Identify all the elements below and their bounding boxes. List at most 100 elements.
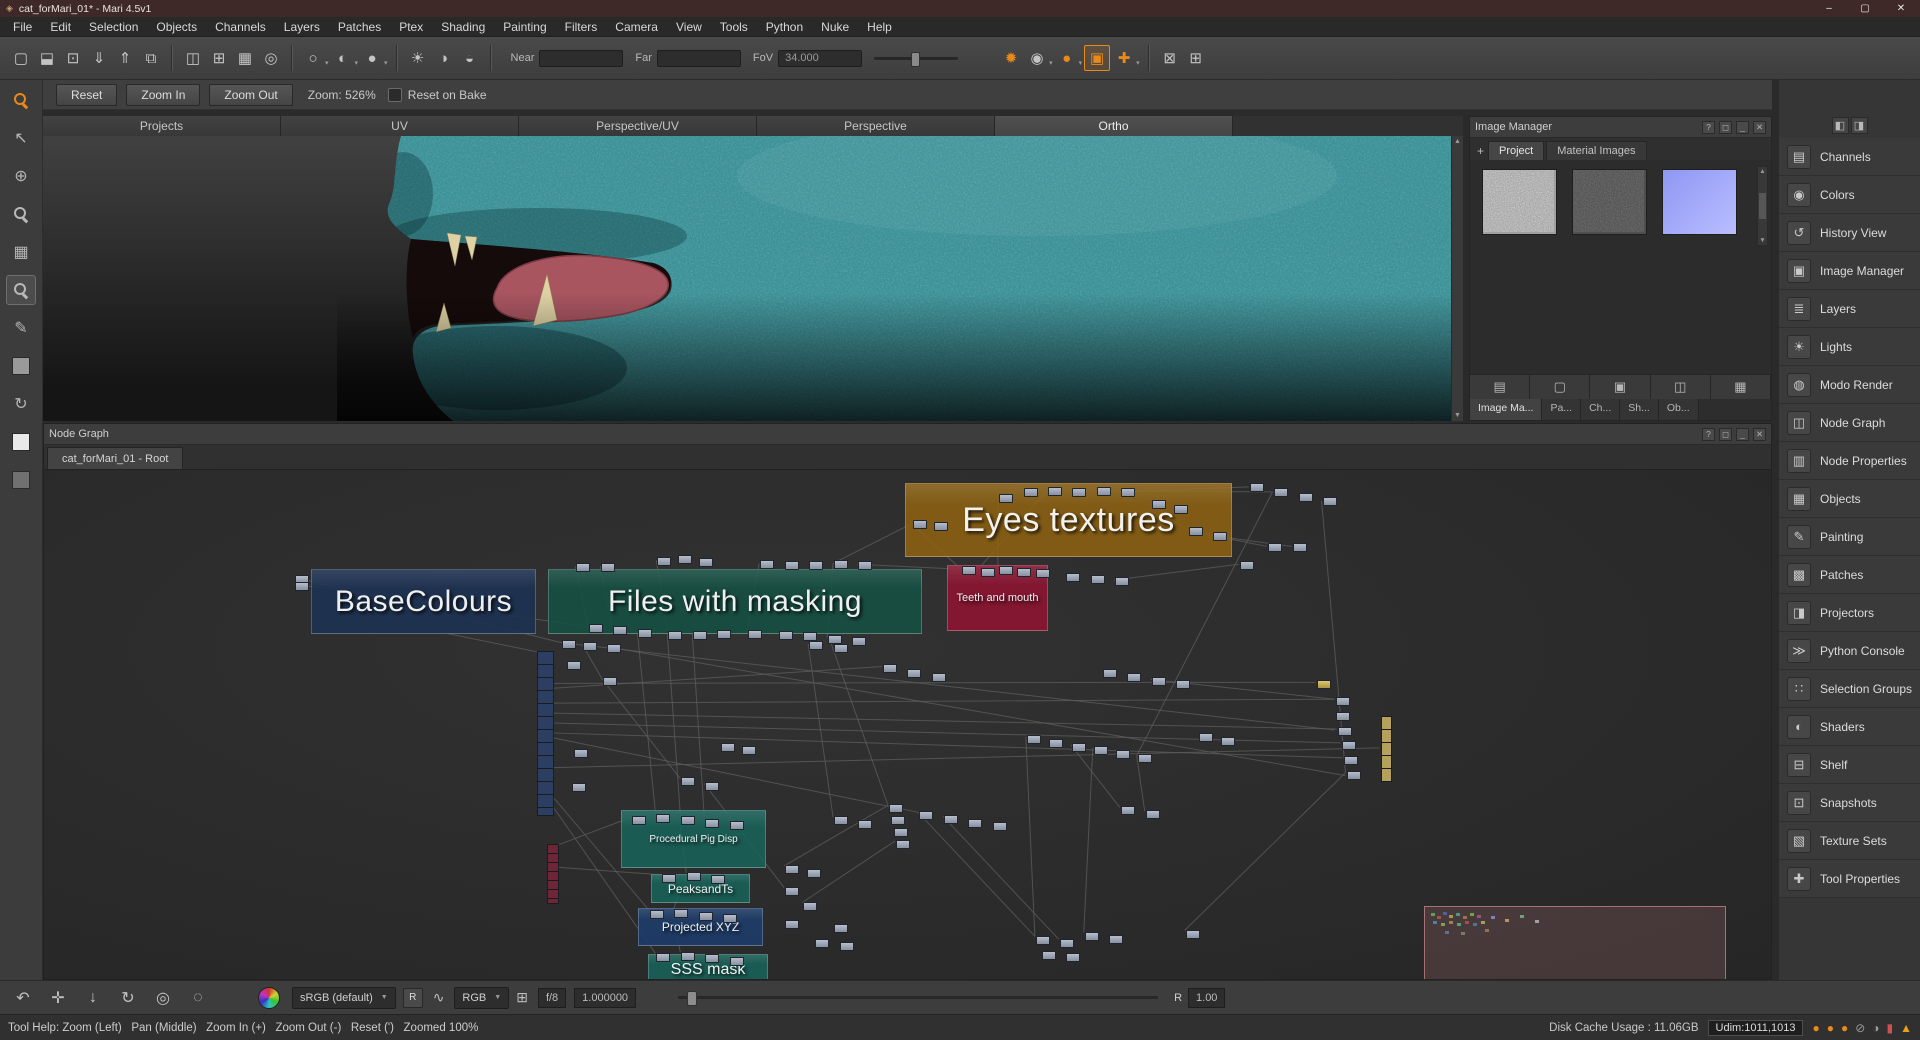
- graph-node[interactable]: [668, 631, 682, 640]
- menu-python[interactable]: Python: [757, 18, 812, 36]
- graph-node[interactable]: [1115, 577, 1129, 586]
- graph-node[interactable]: [705, 782, 719, 791]
- graph-node[interactable]: [748, 630, 762, 639]
- backdrop-files-with-masking[interactable]: Files with masking: [548, 569, 922, 634]
- patch-bake-icon[interactable]: ⊠: [1158, 46, 1182, 70]
- graph-node[interactable]: [589, 624, 603, 633]
- painting-dock-icon[interactable]: ▢: [1530, 375, 1590, 399]
- graph-node[interactable]: [852, 637, 866, 646]
- node-graph-minimap[interactable]: [1424, 906, 1726, 979]
- graph-node[interactable]: [638, 629, 652, 638]
- channel-grid-icon[interactable]: ⊞: [516, 989, 528, 1006]
- image-thumbnail-3[interactable]: [1662, 169, 1737, 235]
- import-icon[interactable]: ⇓: [87, 46, 111, 70]
- color-picker-icon[interactable]: [258, 987, 280, 1009]
- menu-patches[interactable]: Patches: [329, 18, 390, 36]
- graph-node[interactable]: [840, 942, 854, 951]
- transform-paint-icon[interactable]: ✛: [45, 985, 71, 1011]
- fstop-field[interactable]: f/8: [538, 988, 566, 1008]
- graph-node[interactable]: [889, 804, 903, 813]
- palette-item-channels[interactable]: ▤Channels: [1779, 138, 1920, 176]
- graph-node[interactable]: [1017, 568, 1031, 577]
- graph-node[interactable]: [1152, 677, 1166, 686]
- palette-item-selection-groups[interactable]: ∷Selection Groups: [1779, 670, 1920, 708]
- open-project-icon[interactable]: ⬓: [35, 46, 59, 70]
- viewport-tab-uv[interactable]: UV: [281, 116, 519, 136]
- graph-node[interactable]: [1066, 573, 1080, 582]
- marquee-select-tool[interactable]: ⊕: [6, 161, 36, 191]
- graph-node[interactable]: [993, 822, 1007, 831]
- graph-node[interactable]: [1176, 680, 1190, 689]
- graph-node[interactable]: [574, 749, 588, 758]
- curve-icon[interactable]: ∿: [433, 989, 445, 1006]
- colorspace-select[interactable]: sRGB (default) ▼: [292, 987, 396, 1009]
- pivot-icon[interactable]: ◎: [150, 985, 176, 1011]
- graph-node[interactable]: [699, 912, 713, 921]
- exposure-slider-handle[interactable]: [687, 991, 697, 1006]
- backdrop-basecolours[interactable]: BaseColours: [311, 569, 536, 634]
- graph-node[interactable]: [907, 669, 921, 678]
- graph-node[interactable]: [1048, 487, 1062, 496]
- graph-node[interactable]: [1174, 505, 1188, 514]
- far-field[interactable]: [657, 50, 741, 67]
- drop-paint-icon[interactable]: ↓: [80, 985, 106, 1011]
- zoom-in-button[interactable]: Zoom In: [126, 84, 200, 106]
- gain-reset-label[interactable]: R: [1174, 992, 1182, 1004]
- image-manager-tab-material-images[interactable]: Material Images: [1546, 141, 1646, 160]
- graph-node[interactable]: [656, 953, 670, 962]
- menu-shading[interactable]: Shading: [432, 18, 494, 36]
- palette-item-colors[interactable]: ◉Colors: [1779, 176, 1920, 214]
- menu-tools[interactable]: Tools: [711, 18, 757, 36]
- palette-item-tool-properties[interactable]: ✚Tool Properties: [1779, 860, 1920, 898]
- graph-node[interactable]: [1213, 532, 1227, 541]
- graph-node[interactable]: [1317, 680, 1331, 689]
- undo-icon[interactable]: ↶: [10, 985, 36, 1011]
- chevron-down-icon[interactable]: ▾: [355, 59, 359, 67]
- graph-node[interactable]: [883, 664, 897, 673]
- graph-node[interactable]: [968, 819, 982, 828]
- graph-node[interactable]: [803, 632, 817, 641]
- image-list-scrollbar[interactable]: ▲ ▼: [1757, 166, 1768, 246]
- graph-node[interactable]: [1138, 754, 1152, 763]
- graph-node[interactable]: [1085, 932, 1099, 941]
- dock-tab-ob[interactable]: Ob...: [1659, 399, 1699, 420]
- graph-node[interactable]: [1072, 488, 1086, 497]
- graph-node[interactable]: [656, 814, 670, 823]
- menu-nuke[interactable]: Nuke: [812, 18, 858, 36]
- channels-dock-icon[interactable]: ▣: [1590, 375, 1650, 399]
- graph-node[interactable]: [981, 568, 995, 577]
- graph-node[interactable]: [705, 954, 719, 963]
- scroll-down-icon[interactable]: ▼: [1759, 237, 1765, 244]
- graph-node[interactable]: [934, 522, 948, 531]
- graph-node[interactable]: [681, 777, 695, 786]
- gray-swatch[interactable]: [6, 351, 36, 381]
- graph-node[interactable]: [613, 626, 627, 635]
- menu-filters[interactable]: Filters: [556, 18, 607, 36]
- grid-snap-tool[interactable]: ▦: [6, 237, 36, 267]
- graph-node[interactable]: [834, 924, 848, 933]
- graph-node[interactable]: [693, 631, 707, 640]
- paint-target-icon[interactable]: ▣: [1084, 45, 1110, 71]
- graph-node[interactable]: [1127, 673, 1141, 682]
- graph-node[interactable]: [803, 902, 817, 911]
- graph-node[interactable]: [1121, 806, 1135, 815]
- scroll-down-icon[interactable]: ▼: [1454, 412, 1461, 419]
- graph-node[interactable]: [944, 815, 958, 824]
- palette-item-node-properties[interactable]: ▥Node Properties: [1779, 442, 1920, 480]
- close-button[interactable]: ✕: [1894, 3, 1908, 14]
- graph-node[interactable]: [687, 872, 701, 881]
- menu-ptex[interactable]: Ptex: [390, 18, 432, 36]
- graph-node[interactable]: [583, 642, 597, 651]
- patch-fill-icon[interactable]: ⊞: [1184, 46, 1208, 70]
- image-thumbnail-1[interactable]: [1482, 169, 1557, 235]
- exposure-slider[interactable]: [678, 996, 1158, 999]
- palette-item-shelf[interactable]: ⊟Shelf: [1779, 746, 1920, 784]
- node-graph-canvas[interactable]: Eyes texturesBaseColoursFiles with maski…: [44, 470, 1771, 979]
- sphere-view-icon[interactable]: ◎: [259, 46, 283, 70]
- graph-node[interactable]: [572, 783, 586, 792]
- close-icon[interactable]: ✕: [1753, 428, 1766, 441]
- graph-node[interactable]: [919, 811, 933, 820]
- node-stack-3[interactable]: [1381, 716, 1392, 782]
- graph-node[interactable]: [650, 910, 664, 919]
- graph-node[interactable]: [1042, 951, 1056, 960]
